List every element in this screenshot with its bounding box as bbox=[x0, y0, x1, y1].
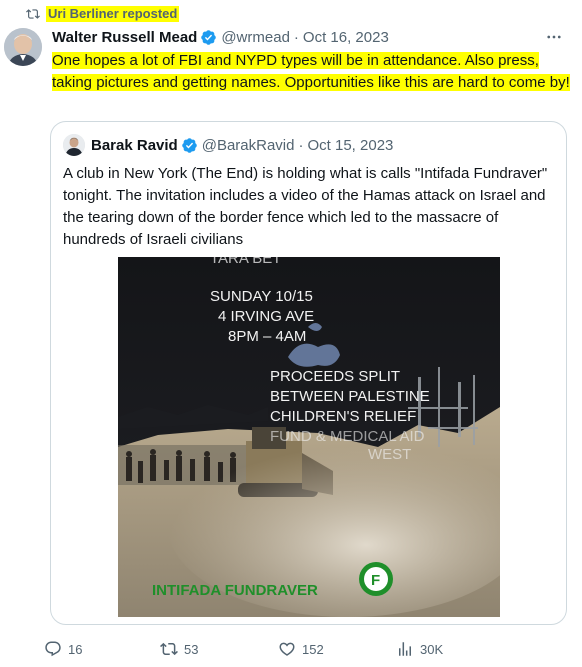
avatar[interactable] bbox=[4, 28, 42, 66]
repost-icon bbox=[160, 642, 178, 656]
quoted-author-name[interactable]: Barak Ravid bbox=[91, 137, 178, 154]
repost-icon bbox=[26, 9, 40, 19]
tweet-date[interactable]: Oct 16, 2023 bbox=[303, 29, 389, 46]
poster-line-p4: FUND & MEDICAL AID bbox=[270, 428, 425, 445]
reply-icon bbox=[45, 641, 61, 657]
views-count: 30K bbox=[420, 641, 444, 657]
poster-line-p5: WEST bbox=[368, 446, 411, 463]
more-icon bbox=[547, 35, 561, 39]
quoted-tweet-header: Barak Ravid @BarakRavid · Oct 15, 2023 bbox=[63, 134, 393, 156]
poster-line-address: 4 IRVING AVE bbox=[218, 308, 314, 325]
repost-indicator[interactable]: Uri Berliner reposted bbox=[26, 6, 180, 22]
poster-line-day: SUNDAY 10/15 bbox=[210, 288, 313, 305]
fundraver-logo-icon: F bbox=[359, 562, 393, 596]
poster-line-p1: PROCEEDS SPLIT bbox=[270, 368, 400, 385]
repost-button[interactable]: 53 bbox=[160, 640, 198, 658]
tweet-header: Walter Russell Mead @wrmead · Oct 16, 20… bbox=[52, 27, 572, 47]
poster-line-time: 8PM – 4AM bbox=[228, 328, 306, 345]
repost-label: Uri Berliner reposted bbox=[46, 6, 180, 22]
action-bar: 16 53 152 30K bbox=[42, 640, 462, 658]
quoted-tweet-text: A club in New York (The End) is holding … bbox=[63, 165, 548, 248]
tweet-text-highlighted: One hopes a lot of FBI and NYPD types wi… bbox=[52, 52, 570, 91]
views-button[interactable]: 30K bbox=[396, 640, 443, 658]
quoted-avatar[interactable] bbox=[63, 134, 85, 156]
author-name[interactable]: Walter Russell Mead bbox=[52, 29, 197, 46]
author-handle[interactable]: @wrmead bbox=[221, 29, 290, 46]
poster-banner: INTIFADA FUNDRAVER bbox=[152, 582, 318, 599]
quoted-media-video[interactable]: TARA BET SUNDAY 10/15 4 IRVING AVE 8PM –… bbox=[118, 257, 500, 617]
like-button[interactable]: 152 bbox=[278, 640, 324, 658]
repost-count: 53 bbox=[184, 641, 199, 657]
verified-badge-icon bbox=[201, 29, 217, 45]
quoted-author-handle[interactable]: @BarakRavid bbox=[202, 137, 295, 154]
heart-icon bbox=[279, 642, 295, 656]
tweet-text: One hopes a lot of FBI and NYPD types wi… bbox=[52, 50, 572, 94]
like-count: 152 bbox=[302, 641, 324, 657]
quoted-tweet-card[interactable]: Barak Ravid @BarakRavid · Oct 15, 2023 A… bbox=[50, 121, 567, 625]
poster-line-p2: BETWEEN PALESTINE bbox=[270, 388, 430, 405]
quoted-tweet-date[interactable]: Oct 15, 2023 bbox=[307, 137, 393, 154]
views-chart-icon bbox=[399, 642, 411, 656]
separator-dot: · bbox=[293, 28, 299, 46]
reply-button[interactable]: 16 bbox=[44, 640, 82, 658]
verified-badge-icon bbox=[181, 137, 197, 153]
svg-text:F: F bbox=[371, 572, 380, 589]
separator-dot: · bbox=[298, 136, 304, 154]
reply-count: 16 bbox=[68, 641, 83, 657]
poster-line-p3: CHILDREN'S RELIEF bbox=[270, 408, 416, 425]
more-options-button[interactable] bbox=[544, 27, 564, 47]
poster-line-top: TARA BET bbox=[210, 257, 281, 267]
media-frame: TARA BET SUNDAY 10/15 4 IRVING AVE 8PM –… bbox=[118, 257, 500, 617]
